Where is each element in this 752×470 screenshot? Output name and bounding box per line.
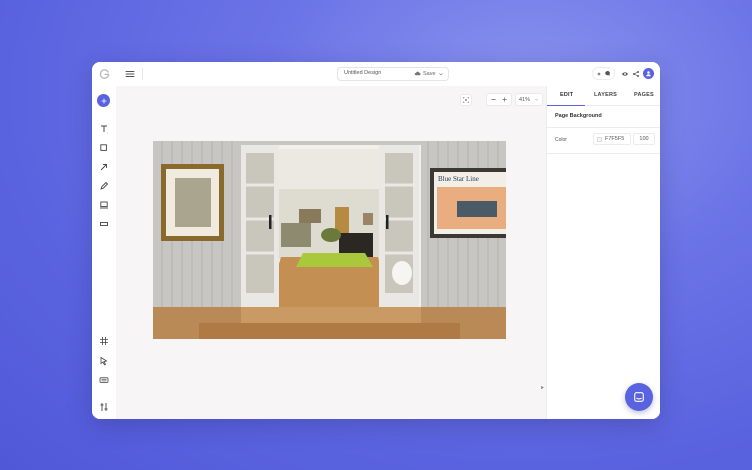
user-icon: [646, 71, 651, 77]
fit-screen-icon: [463, 97, 469, 103]
comment-icon[interactable]: [604, 70, 611, 77]
tab-pages[interactable]: PAGES: [634, 92, 654, 98]
select-icon[interactable]: [99, 356, 109, 366]
zoom-level-select[interactable]: 41%: [515, 93, 544, 106]
image-tool-icon[interactable]: [99, 200, 109, 210]
plus-icon: [100, 97, 107, 104]
color-label: Color: [555, 137, 567, 143]
cloud-icon: [414, 71, 421, 76]
editor-window: Untitled Design Save 41% Blue Star Line …: [92, 62, 660, 419]
opacity-input[interactable]: 100: [633, 133, 655, 145]
color-swatch[interactable]: [597, 136, 602, 142]
share-icon[interactable]: [632, 70, 640, 78]
color-hex-value: F7F5F5: [605, 136, 625, 142]
chat-support-button[interactable]: [625, 383, 653, 411]
tab-edit[interactable]: EDIT: [560, 92, 573, 98]
color-hex-input[interactable]: F7F5F5: [593, 133, 631, 145]
zoom-in-icon[interactable]: [501, 96, 508, 103]
divider: [547, 153, 660, 154]
poster-caption: Blue Star Line: [438, 175, 479, 183]
arrow-tool-icon[interactable]: [99, 162, 109, 172]
pen-tool-icon[interactable]: [99, 181, 109, 191]
design-title[interactable]: Untitled Design: [344, 70, 381, 76]
hamburger-menu-icon[interactable]: [125, 69, 135, 79]
header-actions: [592, 67, 654, 80]
tab-layers[interactable]: LAYERS: [594, 92, 617, 98]
settings-sliders-icon[interactable]: [99, 402, 109, 412]
add-element-button[interactable]: [97, 94, 110, 107]
grid-icon[interactable]: [99, 336, 109, 346]
panel-tabs: EDIT LAYERS PAGES: [547, 86, 660, 106]
zoom-level: 41%: [519, 96, 531, 103]
preview-eye-icon[interactable]: [621, 70, 629, 78]
frame-tool-icon[interactable]: [99, 219, 109, 229]
opacity-value: 100: [639, 136, 649, 142]
zoom-controls: 41%: [486, 93, 544, 106]
section-title: Page Background: [555, 113, 602, 119]
canvas-area[interactable]: 41% Blue Star Line: [116, 86, 546, 419]
save-button[interactable]: Save: [414, 70, 444, 77]
canvas-photo[interactable]: Blue Star Line: [153, 141, 506, 339]
divider: [547, 127, 660, 128]
active-tab-indicator: [547, 104, 585, 106]
user-avatar[interactable]: [643, 68, 654, 79]
design-title-box[interactable]: Untitled Design Save: [337, 67, 449, 81]
chevron-down-icon: [438, 72, 443, 75]
divider: [142, 68, 143, 80]
save-label: Save: [423, 70, 436, 77]
zoom-out-icon[interactable]: [490, 96, 497, 103]
left-toolbar: [92, 86, 116, 419]
collapse-panel-icon[interactable]: [540, 385, 545, 390]
app-logo-icon[interactable]: [99, 68, 110, 79]
chevron-down-icon: [535, 98, 538, 101]
right-panel: EDIT LAYERS PAGES Page Background Color …: [546, 86, 660, 419]
fit-screen-button[interactable]: [460, 94, 472, 106]
keyboard-icon[interactable]: [99, 375, 109, 385]
zoom-buttons: [486, 93, 512, 106]
chat-icon: [634, 392, 644, 402]
text-tool-icon[interactable]: [99, 124, 109, 134]
top-bar: Untitled Design Save: [92, 62, 660, 87]
collab-pill[interactable]: [592, 67, 615, 80]
sun-icon[interactable]: [596, 71, 602, 77]
shape-tool-icon[interactable]: [99, 143, 109, 153]
